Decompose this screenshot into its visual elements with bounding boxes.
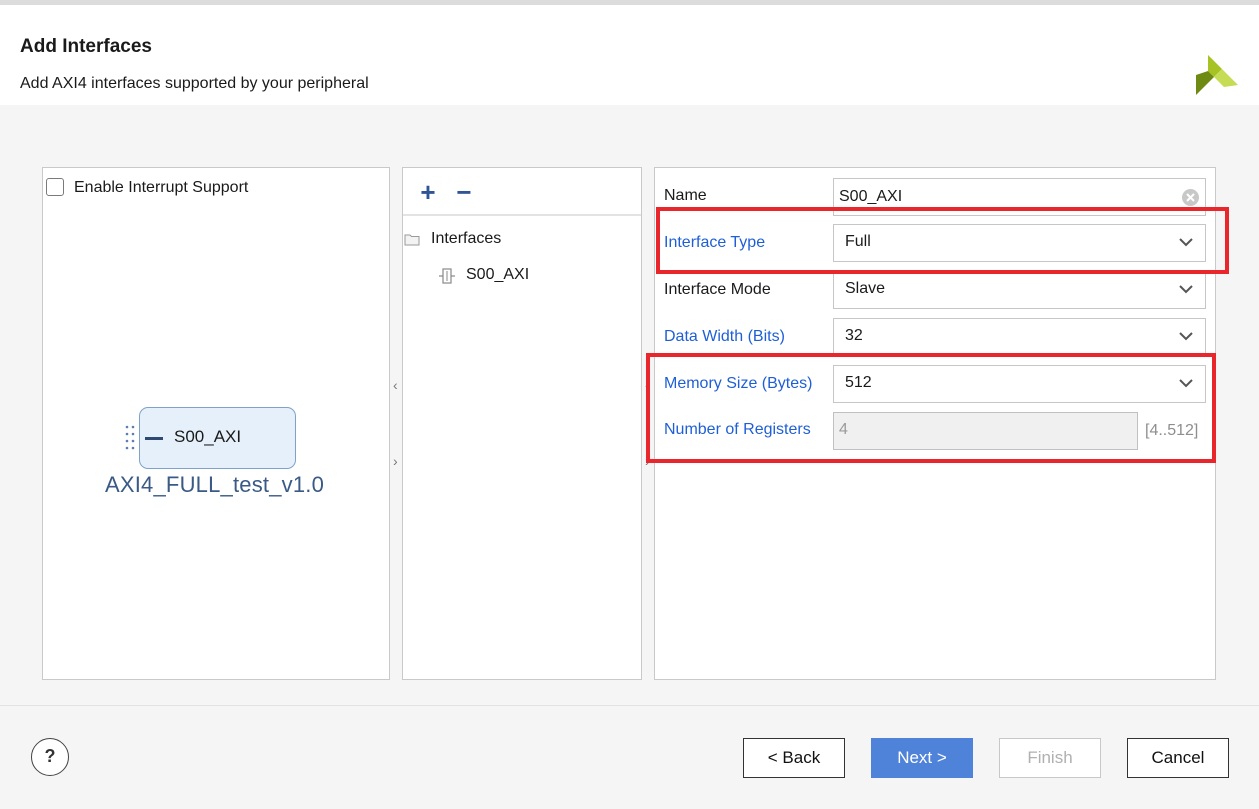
interface-mode-label: Interface Mode xyxy=(664,281,771,298)
collapse-left-arrow-icon[interactable]: ‹ xyxy=(393,377,398,393)
cancel-button[interactable]: Cancel xyxy=(1127,738,1229,778)
wizard-header: Add Interfaces Add AXI4 interfaces suppo… xyxy=(0,5,1259,105)
chevron-down-icon xyxy=(1179,332,1193,341)
footer-divider xyxy=(0,705,1259,706)
next-button[interactable]: Next > xyxy=(871,738,973,778)
highlight-box-interface-type xyxy=(656,207,1229,274)
enable-interrupt-label[interactable]: Enable Interrupt Support xyxy=(74,179,248,197)
clear-icon[interactable] xyxy=(1181,188,1200,207)
tree-item-s00-axi[interactable]: S00_AXI xyxy=(466,266,529,284)
collapse-minus-icon[interactable] xyxy=(145,437,163,440)
highlight-box-memory-registers xyxy=(646,353,1216,463)
data-width-value: 32 xyxy=(845,327,863,344)
toolbar-divider xyxy=(403,214,641,216)
expand-right-arrow-icon[interactable]: › xyxy=(393,453,398,469)
finish-button: Finish xyxy=(999,738,1101,778)
drag-handle-icon xyxy=(125,425,135,450)
enable-interrupt-checkbox[interactable] xyxy=(46,178,64,196)
data-width-select[interactable]: 32 xyxy=(833,318,1206,356)
bus-port-icon xyxy=(439,268,455,284)
xilinx-logo-icon xyxy=(1196,55,1238,95)
page-title: Add Interfaces xyxy=(20,36,152,57)
interface-mode-select[interactable]: Slave xyxy=(833,271,1206,309)
help-button[interactable]: ? xyxy=(31,738,69,776)
add-interface-button[interactable]: + xyxy=(416,178,440,206)
ip-name-label: AXI4_FULL_test_v1.0 xyxy=(105,472,325,497)
ip-interface-label: S00_AXI xyxy=(174,427,242,446)
chevron-down-icon xyxy=(1179,285,1193,294)
folder-icon xyxy=(404,234,420,246)
remove-interface-button[interactable]: − xyxy=(452,178,476,206)
page-subtitle: Add AXI4 interfaces supported by your pe… xyxy=(20,75,369,92)
tree-root-interfaces[interactable]: Interfaces xyxy=(431,230,501,248)
name-input-value: S00_AXI xyxy=(839,188,903,205)
interface-mode-value: Slave xyxy=(845,280,886,297)
data-width-label: Data Width (Bits) xyxy=(664,328,785,345)
back-button[interactable]: < Back xyxy=(743,738,845,778)
name-label: Name xyxy=(664,187,707,204)
